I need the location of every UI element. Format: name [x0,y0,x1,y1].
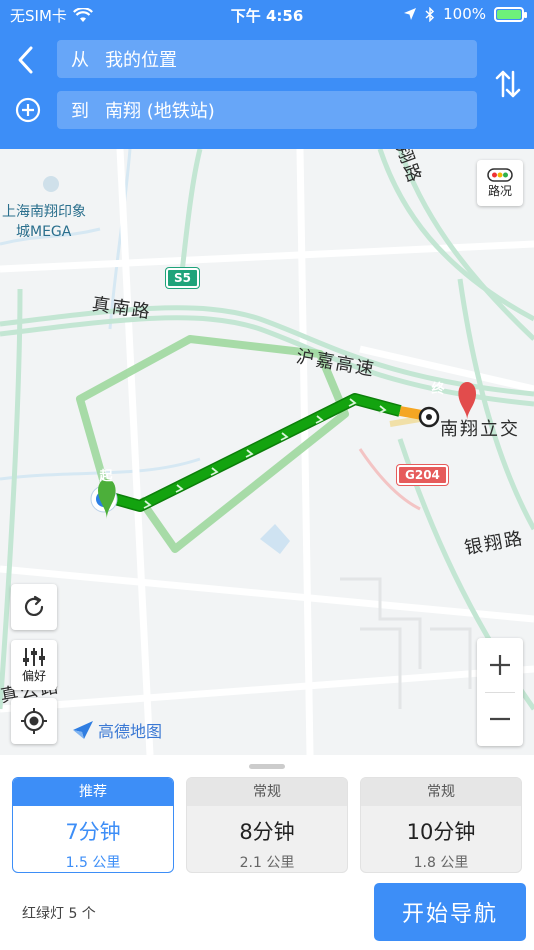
end-marker[interactable]: 终 [426,378,450,397]
refresh-icon [24,595,44,616]
route-time: 8分钟 [239,820,295,844]
to-prefix: 到 [71,101,89,122]
crosshair-icon [21,708,47,734]
poi-mega-line2[interactable]: 城MEGA [16,223,71,241]
amap-logo-text: 高德地图 [98,722,163,741]
route-tag: 常规 [361,778,521,806]
swap-icon[interactable] [494,68,522,100]
zoom-out-button[interactable] [477,692,523,746]
route-option-1[interactable]: 推荐 7分钟 1.5 公里 [12,777,174,873]
amap-logo-icon [73,721,93,739]
preference-label: 偏好 [21,668,46,683]
badge-s5: S5 [166,268,199,288]
from-value: 我的位置 [105,50,177,71]
badge-g204: G204 [397,465,448,485]
traffic-label: 路况 [487,183,512,198]
route-option-3[interactable]: 常规 10分钟 1.8 公里 [360,777,522,873]
zoom-control [477,638,523,746]
location-arrow-icon [404,8,417,20]
to-field[interactable]: 到 南翔 (地铁站) [57,91,477,129]
poi-mega-line1[interactable]: 上海南翔印象 [2,203,86,221]
route-tag: 常规 [187,778,347,806]
bluetooth-icon [425,6,435,22]
route-distance: 2.1 公里 [239,855,295,871]
route-distance: 1.8 公里 [413,855,469,871]
plus-icon [490,655,510,675]
drag-handle[interactable] [249,764,285,769]
from-prefix: 从 [71,50,89,71]
locate-button[interactable] [11,698,57,744]
route-tag: 推荐 [13,778,173,806]
battery-percent: 100% [443,5,486,23]
route-time: 10分钟 [406,820,476,844]
add-waypoint-icon[interactable] [14,96,42,124]
traffic-button[interactable]: 路况 [477,160,523,206]
traffic-lights-count: 红绿灯 5 个 [22,906,96,922]
route-distance: 1.5 公里 [65,855,121,871]
route-option-2[interactable]: 常规 8分钟 2.1 公里 [186,777,348,873]
amap-logo: 高德地图 [72,718,162,742]
start-navigation-button[interactable]: 开始导航 [374,883,526,941]
route-header: 无SIM卡 下午 4:56 100% 从 我的位置 到 南翔 (地铁站) [0,0,534,149]
start-marker[interactable]: 起 [94,465,118,484]
preference-button[interactable]: 偏好 [11,640,57,690]
minus-icon [490,717,510,721]
battery-icon [494,6,527,22]
refresh-button[interactable] [11,584,57,630]
traffic-light-icon [487,167,513,182]
destination-label: 南翔立交 [440,419,520,440]
map-view[interactable]: 上海南翔印象 城MEGA 真南路 沪嘉高速 银翔路 南翔立交 翔路 真公路 S5… [0,149,534,755]
zoom-in-button[interactable] [477,638,523,692]
sliders-icon [23,647,45,666]
status-bar: 无SIM卡 下午 4:56 100% [0,0,534,28]
back-arrow-icon[interactable] [12,42,42,78]
route-time: 7分钟 [65,820,121,844]
from-field[interactable]: 从 我的位置 [57,40,477,78]
to-value: 南翔 (地铁站) [105,101,215,122]
map-canvas [0,149,534,755]
